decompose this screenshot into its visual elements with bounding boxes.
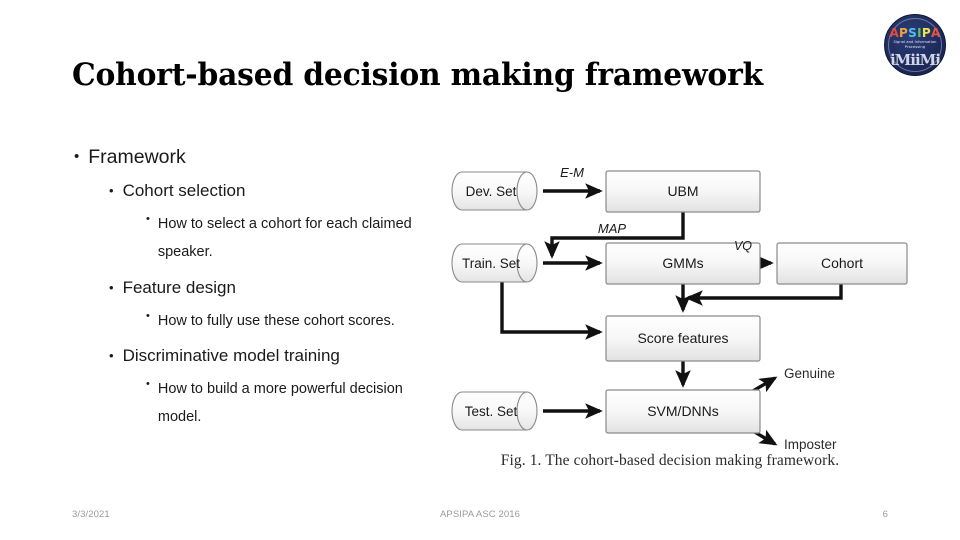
- footer-page-number: 6: [882, 509, 888, 520]
- bullet-item-framework: • Framework: [74, 146, 440, 168]
- apsipa-logo: APSIPA Signal and Information Processing…: [884, 14, 946, 76]
- slide: APSIPA Signal and Information Processing…: [0, 0, 960, 540]
- bullet-text: How to select a cohort for each claimed …: [157, 216, 412, 261]
- node-label-genuine: Genuine: [784, 366, 835, 381]
- bullet-list: • Framework • Cohort selection • How to …: [60, 146, 440, 442]
- logo-letter-s: S: [908, 26, 918, 40]
- bullet-text: How to build a more powerful decision mo…: [157, 381, 403, 425]
- node-svm-dnns: SVM/DNNs: [605, 389, 761, 434]
- bullet-text: Cohort selection: [122, 181, 246, 201]
- logo-letter-a1: A: [889, 26, 900, 40]
- logo-wordmark: APSIPA: [885, 27, 945, 39]
- bullet-text: Discriminative model training: [122, 346, 340, 366]
- bullet-text: Framework: [88, 146, 186, 168]
- node-label-score-features: Score features: [637, 330, 728, 346]
- logo-letter-a2: A: [930, 26, 941, 40]
- node-label-imposter: Imposter: [784, 437, 837, 452]
- node-label-test-set: Test. Set: [465, 404, 518, 419]
- bullet-marker-icon: •: [109, 183, 114, 199]
- edge-train-set-to-score-features: [500, 282, 603, 340]
- node-train-set: Train. Set: [451, 243, 538, 283]
- node-cohort: Cohort: [776, 242, 908, 285]
- node-label-svm-dnns: SVM/DNNs: [647, 403, 719, 419]
- logo-emblem-icon: ⅰⅯⅰⅰⅯⅰ: [889, 51, 941, 69]
- node-test-set: Test. Set: [451, 391, 538, 431]
- node-label-train-set: Train. Set: [462, 256, 520, 271]
- edge-label-vq: VQ: [734, 239, 752, 253]
- figure-caption: Fig. 1. The cohort-based decision making…: [500, 452, 840, 469]
- page-title: Cohort-based decision making framework: [72, 57, 763, 93]
- node-label-gmms: GMMs: [662, 255, 703, 271]
- bullet-marker-icon: •: [109, 279, 114, 295]
- node-score-features: Score features: [605, 315, 761, 362]
- node-label-dev-set: Dev. Set: [466, 184, 517, 199]
- edge-label-map: MAP: [598, 221, 627, 236]
- bullet-item-discriminative-training: • Discriminative model training: [109, 346, 440, 366]
- logo-letter-p1: P: [899, 26, 909, 40]
- bullet-marker-icon: •: [146, 378, 150, 391]
- logo-subtitle: Signal and Information Processing: [885, 40, 945, 50]
- footer-conference: APSIPA ASC 2016: [439, 509, 520, 520]
- bullet-text: Feature design: [122, 277, 236, 297]
- edge-cohort-to-score-features: [685, 284, 843, 306]
- bullet-item-feature-design: • Feature design: [109, 278, 440, 298]
- logo-subtitle-line2: Processing: [904, 44, 926, 49]
- diagram-canvas: Dev. Set UBM Train. Set GMMs Cohort Scor…: [451, 165, 908, 452]
- bullet-item-build-decision-model: • How to build a more powerful decision …: [146, 376, 440, 431]
- bullet-item-select-cohort: • How to select a cohort for each claime…: [146, 211, 440, 266]
- edge-label-em: E-M: [560, 165, 584, 180]
- node-label-ubm: UBM: [667, 183, 698, 199]
- bullet-item-cohort-selection: • Cohort selection: [109, 181, 440, 201]
- bullet-marker-icon: •: [74, 148, 80, 165]
- bullet-text: How to fully use these cohort scores.: [157, 312, 395, 329]
- bullet-marker-icon: •: [146, 309, 150, 322]
- node-ubm: UBM: [605, 170, 761, 213]
- framework-diagram: Dev. Set UBM Train. Set GMMs Cohort Scor…: [430, 150, 910, 485]
- logo-letter-p2: P: [921, 26, 931, 40]
- node-label-cohort: Cohort: [821, 255, 863, 271]
- bullet-marker-icon: •: [109, 348, 114, 364]
- node-dev-set: Dev. Set: [451, 171, 538, 211]
- bullet-marker-icon: •: [146, 213, 150, 226]
- bullet-item-use-cohort-scores: • How to fully use these cohort scores.: [146, 308, 440, 336]
